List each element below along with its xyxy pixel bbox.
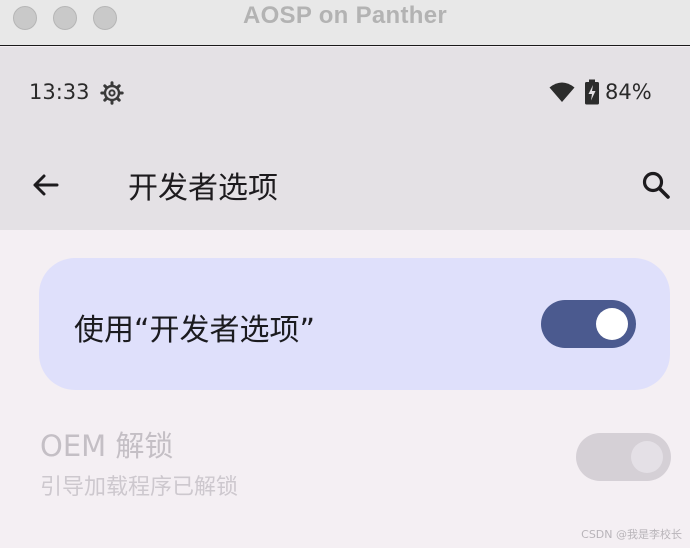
search-icon[interactable] <box>636 165 676 205</box>
battery-percent: 84% <box>605 80 652 104</box>
oem-unlock-switch[interactable] <box>576 433 671 481</box>
watermark: CSDN @我是李校长 <box>581 528 682 541</box>
window-title: AOSP on Panther <box>242 2 448 29</box>
switch-thumb <box>596 308 628 340</box>
switch-thumb <box>631 441 663 473</box>
window-titlebar: AOSP on Panther <box>0 0 690 46</box>
arrow-back-icon[interactable] <box>28 167 64 203</box>
oem-unlock-title: OEM 解锁 <box>40 429 174 463</box>
use-developer-options-switch[interactable] <box>541 300 636 348</box>
status-bar: 13:33 84% <box>0 47 690 139</box>
oem-unlock-summary: 引导加载程序已解锁 <box>40 475 239 500</box>
oem-unlock-row[interactable]: OEM 解锁 引导加载程序已解锁 <box>0 415 690 515</box>
app-bar: 开发者选项 <box>0 139 690 230</box>
page-title: 开发者选项 <box>128 171 278 206</box>
settings-gear-icon <box>100 81 124 105</box>
use-developer-options-toggle-row[interactable]: 使用“开发者选项” <box>39 258 670 390</box>
status-time: 13:33 <box>29 80 90 104</box>
wifi-icon <box>549 82 575 102</box>
use-developer-options-label: 使用“开发者选项” <box>74 313 316 348</box>
battery-charging-icon <box>585 79 599 105</box>
